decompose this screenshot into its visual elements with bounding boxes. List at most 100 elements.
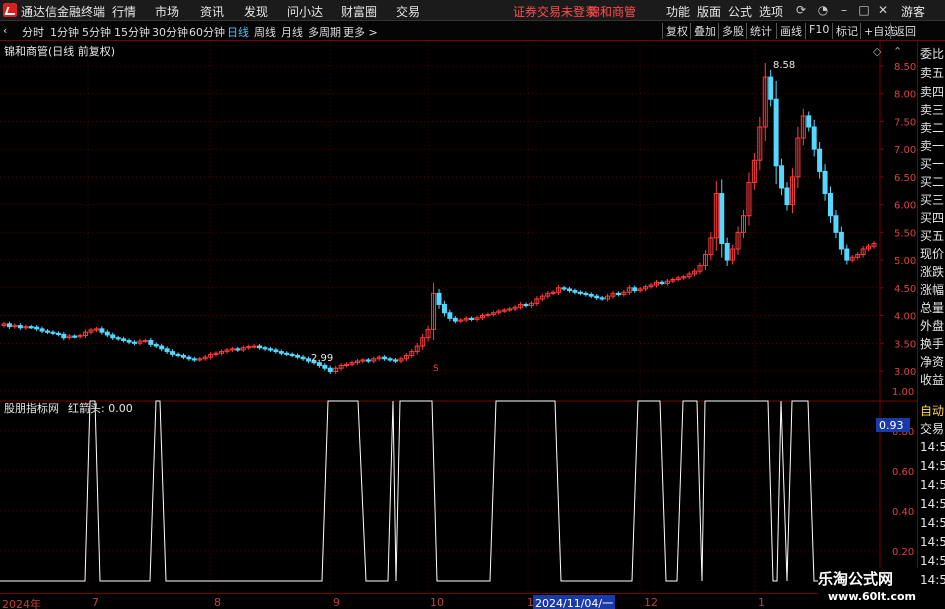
- tool-huaxian[interactable]: 画线: [776, 23, 802, 39]
- quote-label: 收益: [920, 373, 945, 387]
- candle-body: [50, 331, 56, 334]
- period-multi[interactable]: 多周期: [308, 24, 341, 40]
- tool-fanhui[interactable]: 返回: [890, 23, 916, 39]
- candle-body: [278, 351, 284, 354]
- tool-tongji[interactable]: 统计: [746, 23, 772, 39]
- candle-body: [306, 358, 311, 362]
- price-tick-label: 5.50: [894, 228, 916, 239]
- price-tick-label: 4.50: [894, 284, 916, 295]
- menu-xuanxiang[interactable]: 选项: [759, 3, 783, 20]
- candle-body: [267, 348, 273, 351]
- menu-wenxiaoda[interactable]: 问小达: [287, 3, 323, 20]
- candle-body: [6, 323, 12, 328]
- candle-body: [365, 359, 371, 362]
- candle-body: [838, 231, 844, 250]
- menu-shichang[interactable]: 市场: [155, 3, 179, 20]
- candle-body: [806, 115, 812, 128]
- menu-gongshi[interactable]: 公式: [728, 3, 752, 20]
- refresh-icon[interactable]: ⟳: [793, 2, 809, 18]
- auto-trade-button[interactable]: 自动: [920, 402, 944, 419]
- period-5min[interactable]: 5分钟: [82, 24, 111, 40]
- period-weekly[interactable]: 周线: [254, 24, 276, 40]
- quote-label: 现价: [920, 247, 945, 261]
- tool-biaoji[interactable]: 标记: [832, 23, 858, 39]
- menu-banmian[interactable]: 版面: [697, 3, 721, 20]
- candle-body: [719, 193, 725, 244]
- user-guest[interactable]: 游客: [901, 3, 925, 20]
- broker-login-warning[interactable]: 证券交易未登录: [513, 3, 597, 20]
- quote-label: 买三: [920, 193, 945, 207]
- candle-body: [567, 288, 572, 292]
- tool-diejia[interactable]: 叠加: [690, 23, 716, 39]
- candle-body: [273, 349, 279, 353]
- candle-body: [784, 187, 790, 206]
- price-tick-label: 3.00: [894, 367, 916, 378]
- app-logo-icon: [3, 3, 17, 17]
- settings-diamond-icon[interactable]: ◇: [873, 45, 882, 58]
- quote-label: 买一: [920, 157, 945, 171]
- candle-body: [39, 328, 45, 332]
- top-menu-bar: 通达信金融终端 行情 市场 资讯 发现 问小达 财富圈 交易 证券交易未登录 锦…: [0, 0, 945, 21]
- period-more[interactable]: 更多 >: [343, 24, 378, 40]
- menu-jiaoyi[interactable]: 交易: [396, 3, 420, 20]
- menu-hangqing[interactable]: 行情: [112, 3, 136, 20]
- sell-marker: S: [433, 364, 439, 374]
- indicator-title: 股朋指标网: [4, 401, 59, 415]
- candle-body: [132, 341, 137, 344]
- menu-zixun[interactable]: 资讯: [200, 3, 224, 20]
- trade-button[interactable]: 交易: [920, 420, 944, 437]
- candle-body: [110, 334, 116, 339]
- period-1min[interactable]: 1分钟: [50, 24, 79, 40]
- period-daily[interactable]: 日线: [227, 24, 249, 40]
- kline-chart-area[interactable]: 8.50 8.00 7.50 7.00 6.50 6.00 5.50 5.00 4.50 4.00…: [0, 41, 917, 593]
- chart-grid: 8.50 8.00 7.50 7.00 6.50 6.00 5.50 5.00 4.50 4.00…: [0, 41, 917, 593]
- tool-f10[interactable]: F10: [805, 23, 829, 39]
- candlestick-series: [1, 62, 877, 375]
- candle-body: [34, 326, 40, 330]
- price-high-label: 8.58: [773, 60, 795, 71]
- price-low-label: 2.99: [311, 353, 333, 364]
- quote-label: 卖三: [920, 103, 945, 117]
- candle-body: [159, 345, 165, 350]
- menu-faxian[interactable]: 发现: [244, 3, 268, 20]
- chevron-left-icon[interactable]: ‹: [3, 24, 7, 37]
- period-30min[interactable]: 30分钟: [152, 24, 188, 40]
- price-tick-label: 8.00: [894, 90, 916, 101]
- price-tick-label: 6.00: [894, 201, 916, 212]
- candle-body: [833, 215, 839, 233]
- period-monthly[interactable]: 月线: [281, 24, 303, 40]
- candle-body: [523, 303, 529, 307]
- candle-body: [126, 340, 132, 343]
- minimize-icon[interactable]: –: [836, 2, 852, 18]
- period-15min[interactable]: 15分钟: [114, 24, 150, 40]
- period-60min[interactable]: 60分钟: [189, 24, 225, 40]
- candle-body: [387, 358, 393, 361]
- price-tick-label: 7.00: [894, 145, 916, 156]
- maximize-icon[interactable]: □: [856, 2, 872, 18]
- collapse-icon[interactable]: ⌃: [893, 45, 902, 58]
- candle-body: [583, 292, 589, 296]
- bell-icon[interactable]: ◔: [815, 2, 831, 18]
- quote-label: 卖五: [920, 66, 945, 80]
- period-fenshi[interactable]: 分时: [22, 24, 44, 40]
- menu-caifuquan[interactable]: 财富圈: [341, 3, 377, 20]
- candle-body: [632, 287, 638, 292]
- menu-gongneng[interactable]: 功能: [666, 3, 690, 20]
- price-tick-label: 8.50: [894, 62, 916, 73]
- tool-fuquan[interactable]: 复权: [662, 23, 688, 39]
- candle-body: [115, 337, 121, 340]
- tool-duogu[interactable]: 多股: [718, 23, 744, 39]
- candle-body: [447, 312, 453, 319]
- price-tick-label: 7.50: [894, 117, 916, 128]
- tick-time: 14:56: [920, 478, 945, 492]
- tick-time: 14:56: [920, 440, 945, 454]
- quote-panel: 委比 卖五 卖四 卖三 卖二 卖一 买一 买二 买三 买四 买五 现价 涨跌 涨…: [917, 41, 945, 401]
- tick-time: 14:56: [920, 535, 945, 549]
- candle-body: [55, 332, 61, 335]
- candle-body: [724, 242, 730, 261]
- quote-label: 买四: [920, 211, 945, 225]
- quote-label: 总量: [920, 301, 945, 315]
- close-icon[interactable]: ✕: [875, 2, 891, 18]
- period-toolbar: ‹ 分时 1分钟 5分钟 15分钟 30分钟 60分钟 日线 周线 月线 多周期…: [0, 21, 945, 41]
- candle-body: [175, 353, 181, 357]
